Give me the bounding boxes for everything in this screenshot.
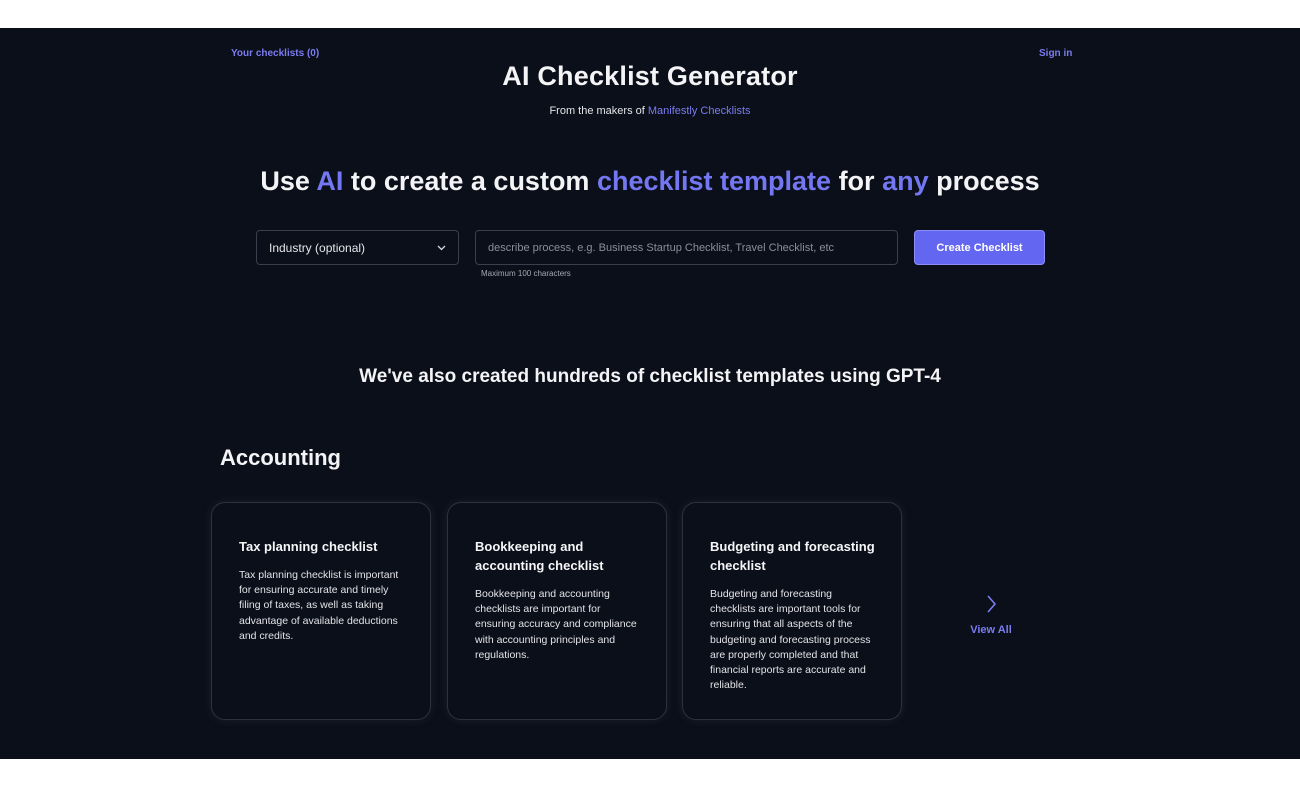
your-checklists-link[interactable]: Your checklists (0)	[231, 48, 319, 59]
templates-heading: We've also created hundreds of checklist…	[359, 366, 941, 387]
industry-select[interactable]: Industry (optional)	[256, 230, 459, 265]
card-description: Bookkeeping and accounting checklists ar…	[475, 588, 637, 661]
template-card[interactable]: Bookkeeping and accounting checklist Boo…	[447, 502, 667, 720]
card-title: Tax planning checklist	[239, 539, 378, 554]
view-all-label: View All	[970, 624, 1012, 636]
hero-part: to create a custom	[343, 166, 597, 196]
industry-select-label: Industry (optional)	[269, 240, 366, 255]
card-description: Budgeting and forecasting checklists are…	[710, 588, 871, 692]
template-card[interactable]: Tax planning checklist Tax planning chec…	[211, 502, 431, 720]
create-checklist-button[interactable]: Create Checklist	[914, 230, 1045, 265]
subtitle: From the makers of Manifestly Checklists	[0, 105, 1300, 117]
process-description-input[interactable]	[475, 230, 898, 265]
site-title: AI Checklist Generator	[502, 61, 798, 91]
hero-highlight-template: checklist template	[596, 166, 832, 196]
card-description: Tax planning checklist is important for …	[239, 569, 399, 642]
hero-part: for	[831, 166, 883, 196]
max-characters-hint: Maximum 100 characters	[481, 269, 571, 278]
view-all-button[interactable]: View All	[958, 594, 1024, 638]
hero-headline: Use AI to create a custom checklist temp…	[0, 166, 1300, 197]
hero-part: process	[928, 166, 1040, 196]
app-root: Your checklists (0) Sign in AI Checklist…	[0, 28, 1300, 759]
hero-highlight-ai: AI	[316, 166, 344, 196]
template-card[interactable]: Budgeting and forecasting checklist Budg…	[682, 502, 902, 720]
chevron-down-icon	[436, 243, 446, 253]
chevron-right-icon	[984, 594, 998, 614]
card-title: Budgeting and forecasting checklist	[710, 539, 875, 573]
card-title: Bookkeeping and accounting checklist	[475, 539, 604, 573]
hero-part: Use	[260, 166, 317, 196]
sign-in-link[interactable]: Sign in	[1039, 48, 1072, 59]
manifestly-link[interactable]: Manifestly Checklists	[648, 105, 751, 117]
category-title: Accounting	[220, 445, 341, 470]
subtitle-prefix: From the makers of	[549, 105, 648, 117]
hero-highlight-any: any	[882, 166, 929, 196]
